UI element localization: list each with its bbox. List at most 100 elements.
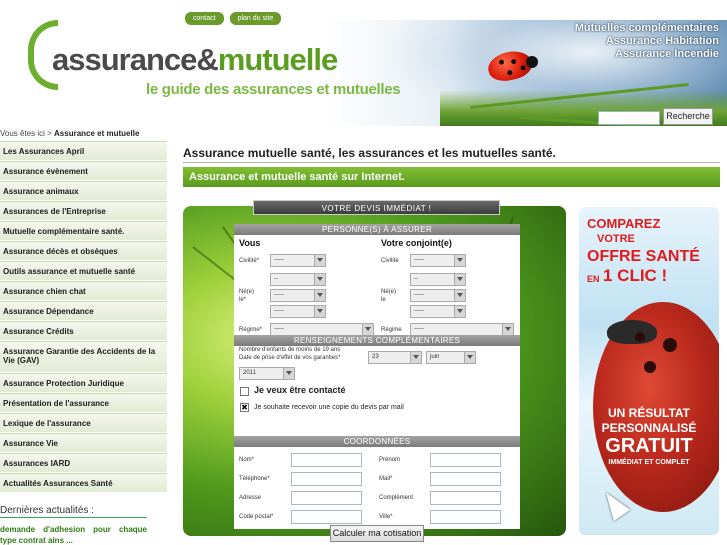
children-label: Nombre d'enfants de moins de 19 ans (239, 347, 341, 353)
chevron-down-icon (457, 293, 463, 297)
field-label-mail: Mail* (379, 476, 393, 482)
birth-year-select[interactable]: ----- (270, 305, 326, 318)
chevron-down-icon (467, 355, 473, 359)
sidebar-item[interactable]: Assurance Garantie des Accidents de la V… (0, 341, 167, 373)
prenom-input[interactable] (430, 453, 501, 467)
search-button[interactable]: Recherche (663, 108, 713, 125)
sitemap-link[interactable]: plan du site (229, 12, 282, 25)
breadcrumb-current: Assurance et mutuelle (54, 129, 140, 138)
sidebar-item[interactable]: Les Assurances April (0, 141, 167, 161)
mail-input[interactable] (430, 472, 501, 486)
birth-label-line2: le* (239, 297, 247, 303)
birth-day-value: -- (274, 276, 278, 282)
ad-line-resultat: UN RÉSULTAT (608, 406, 690, 420)
sidebar-item[interactable]: Présentation de l'assurance (0, 393, 167, 413)
chevron-down-icon (286, 371, 292, 375)
spouse-birth-year-select[interactable]: ----- (410, 305, 466, 318)
sidebar-item[interactable]: Assurance animaux (0, 181, 167, 201)
chevron-down-icon (317, 293, 323, 297)
start-day-select[interactable]: 23 (368, 351, 422, 364)
news-link[interactable]: demande d'adhesion pour chaque type cont… (0, 524, 147, 545)
sidebar-item[interactable]: Assurance chien chat (0, 281, 167, 301)
contact-me-label: Je veux être contacté (254, 385, 346, 395)
sidebar-item[interactable]: Actualités Assurances Santé (0, 473, 167, 493)
start-month-select[interactable]: juin (426, 351, 476, 364)
field-label-telephone: Téléphone* (239, 476, 270, 482)
banner-titles: Mutuelles complémentaires Assurance Habi… (575, 22, 719, 61)
start-day-value: 23 (372, 354, 379, 360)
banner-title-incendie[interactable]: Assurance Incendie (575, 48, 719, 61)
search-input[interactable] (598, 111, 660, 125)
ad-banner[interactable]: COMPAREZ VOTRE OFFRE SANTÉ EN 1 CLIC ! U… (579, 207, 719, 535)
site-logo[interactable]: assurance&mutuelle (52, 42, 338, 78)
ad-line-offre: OFFRE SANTÉ (587, 248, 700, 265)
nom-input[interactable] (291, 453, 362, 467)
spouse-birth-month-select[interactable]: ----- (410, 289, 466, 302)
birth-month-value: ----- (274, 292, 284, 298)
ad-line-personnalise: PERSONNALISÉ (601, 421, 697, 435)
sidebar-item[interactable]: Assurances de l'Entreprise (0, 201, 167, 221)
spouse-civility-label: Civilité (381, 258, 399, 264)
sidebar-item[interactable]: Lexique de l'assurance (0, 413, 167, 433)
birth-label-line1: Né(e) (239, 289, 255, 295)
spouse-birth-day-value: -- (414, 276, 418, 282)
calculate-button[interactable]: Calculer ma cotisation (330, 525, 424, 542)
start-year-select[interactable]: 2011 (239, 367, 295, 380)
breadcrumb-prefix: Vous êtes ici > (0, 129, 55, 138)
chevron-down-icon (317, 258, 323, 262)
spouse-civility-value: ----- (414, 257, 424, 263)
adresse-input[interactable] (291, 491, 362, 505)
spouse-civility-select[interactable]: ----- (410, 254, 466, 267)
start-date-label: Date de prise d'effet de vos garanties* (239, 355, 341, 361)
page-title: Assurance mutuelle santé, les assurances… (183, 146, 556, 160)
you-column-title: Vous (239, 238, 261, 248)
sidebar-item[interactable]: Assurance évènement (0, 161, 167, 181)
field-label-ville: Ville* (379, 514, 393, 520)
banner-title-mutuelles[interactable]: Mutuelles complémentaires (575, 22, 719, 35)
quote-form: PERSONNE(S) À ASSURER Vous Votre conjoin… (234, 224, 520, 529)
chevron-down-icon (317, 309, 323, 313)
section-header-info: RENSEIGNEMENTS COMPLÉMENTAIRES (234, 335, 520, 346)
title-divider (183, 162, 720, 163)
chevron-down-icon (413, 355, 419, 359)
sidebar-item[interactable]: Assurances IARD (0, 453, 167, 473)
section-header-persons: PERSONNE(S) À ASSURER (234, 224, 520, 235)
sidebar-item[interactable]: Assurance décès et obsèques (0, 241, 167, 261)
code-postal-input[interactable] (291, 510, 362, 524)
news-heading: Dernières actualités : (0, 505, 94, 516)
regime-value: ----- (274, 326, 284, 332)
spouse-birth-year-value: ----- (414, 308, 424, 314)
site-tagline: le guide des assurances et mutuelles (146, 81, 401, 98)
telephone-input[interactable] (291, 472, 362, 486)
sidebar-item[interactable]: Assurance Dépendance (0, 301, 167, 321)
sidebar-item[interactable]: Assurance Crédits (0, 321, 167, 341)
email-copy-checkbox[interactable]: ✖ (240, 403, 249, 412)
spouse-birth-day-select[interactable]: -- (410, 273, 466, 286)
chevron-down-icon (317, 277, 323, 281)
field-label-code-postal: Code postal* (239, 514, 274, 520)
ad-line-en: EN (587, 274, 600, 284)
birth-year-value: ----- (274, 308, 284, 314)
logo-ampersand: & (196, 42, 218, 77)
spouse-birth-label: Né(e) le (381, 288, 396, 304)
birth-day-select[interactable]: -- (270, 273, 326, 286)
complement-input[interactable] (430, 491, 501, 505)
sidebar-item[interactable]: Assurance Vie (0, 433, 167, 453)
sidebar-item[interactable]: Mutuelle complémentaire santé. (0, 221, 167, 241)
ville-input[interactable] (430, 510, 501, 524)
sidebar-item[interactable]: Outils assurance et mutuelle santé (0, 261, 167, 281)
birth-label: Né(e) le* (239, 288, 254, 304)
sidebar-nav: Les Assurances April Assurance évènement… (0, 141, 167, 493)
email-copy-label: Je souhaite recevoir une copie du devis … (254, 404, 404, 411)
spouse-birth-label-line2: le (381, 297, 386, 303)
contact-link[interactable]: contact (185, 12, 224, 25)
spouse-regime-value: ----- (414, 326, 424, 332)
ladybug-head (526, 56, 538, 68)
spouse-birth-month-value: ----- (414, 292, 424, 298)
sidebar-item[interactable]: Assurance Protection Juridique (0, 373, 167, 393)
civility-select[interactable]: ----- (270, 254, 326, 267)
contact-me-checkbox[interactable] (240, 387, 249, 396)
birth-month-select[interactable]: ----- (270, 289, 326, 302)
quote-form-title: VOTRE DEVIS IMMÉDIAT ! (253, 200, 500, 215)
banner-title-habitation[interactable]: Assurance Habitation (575, 35, 719, 48)
